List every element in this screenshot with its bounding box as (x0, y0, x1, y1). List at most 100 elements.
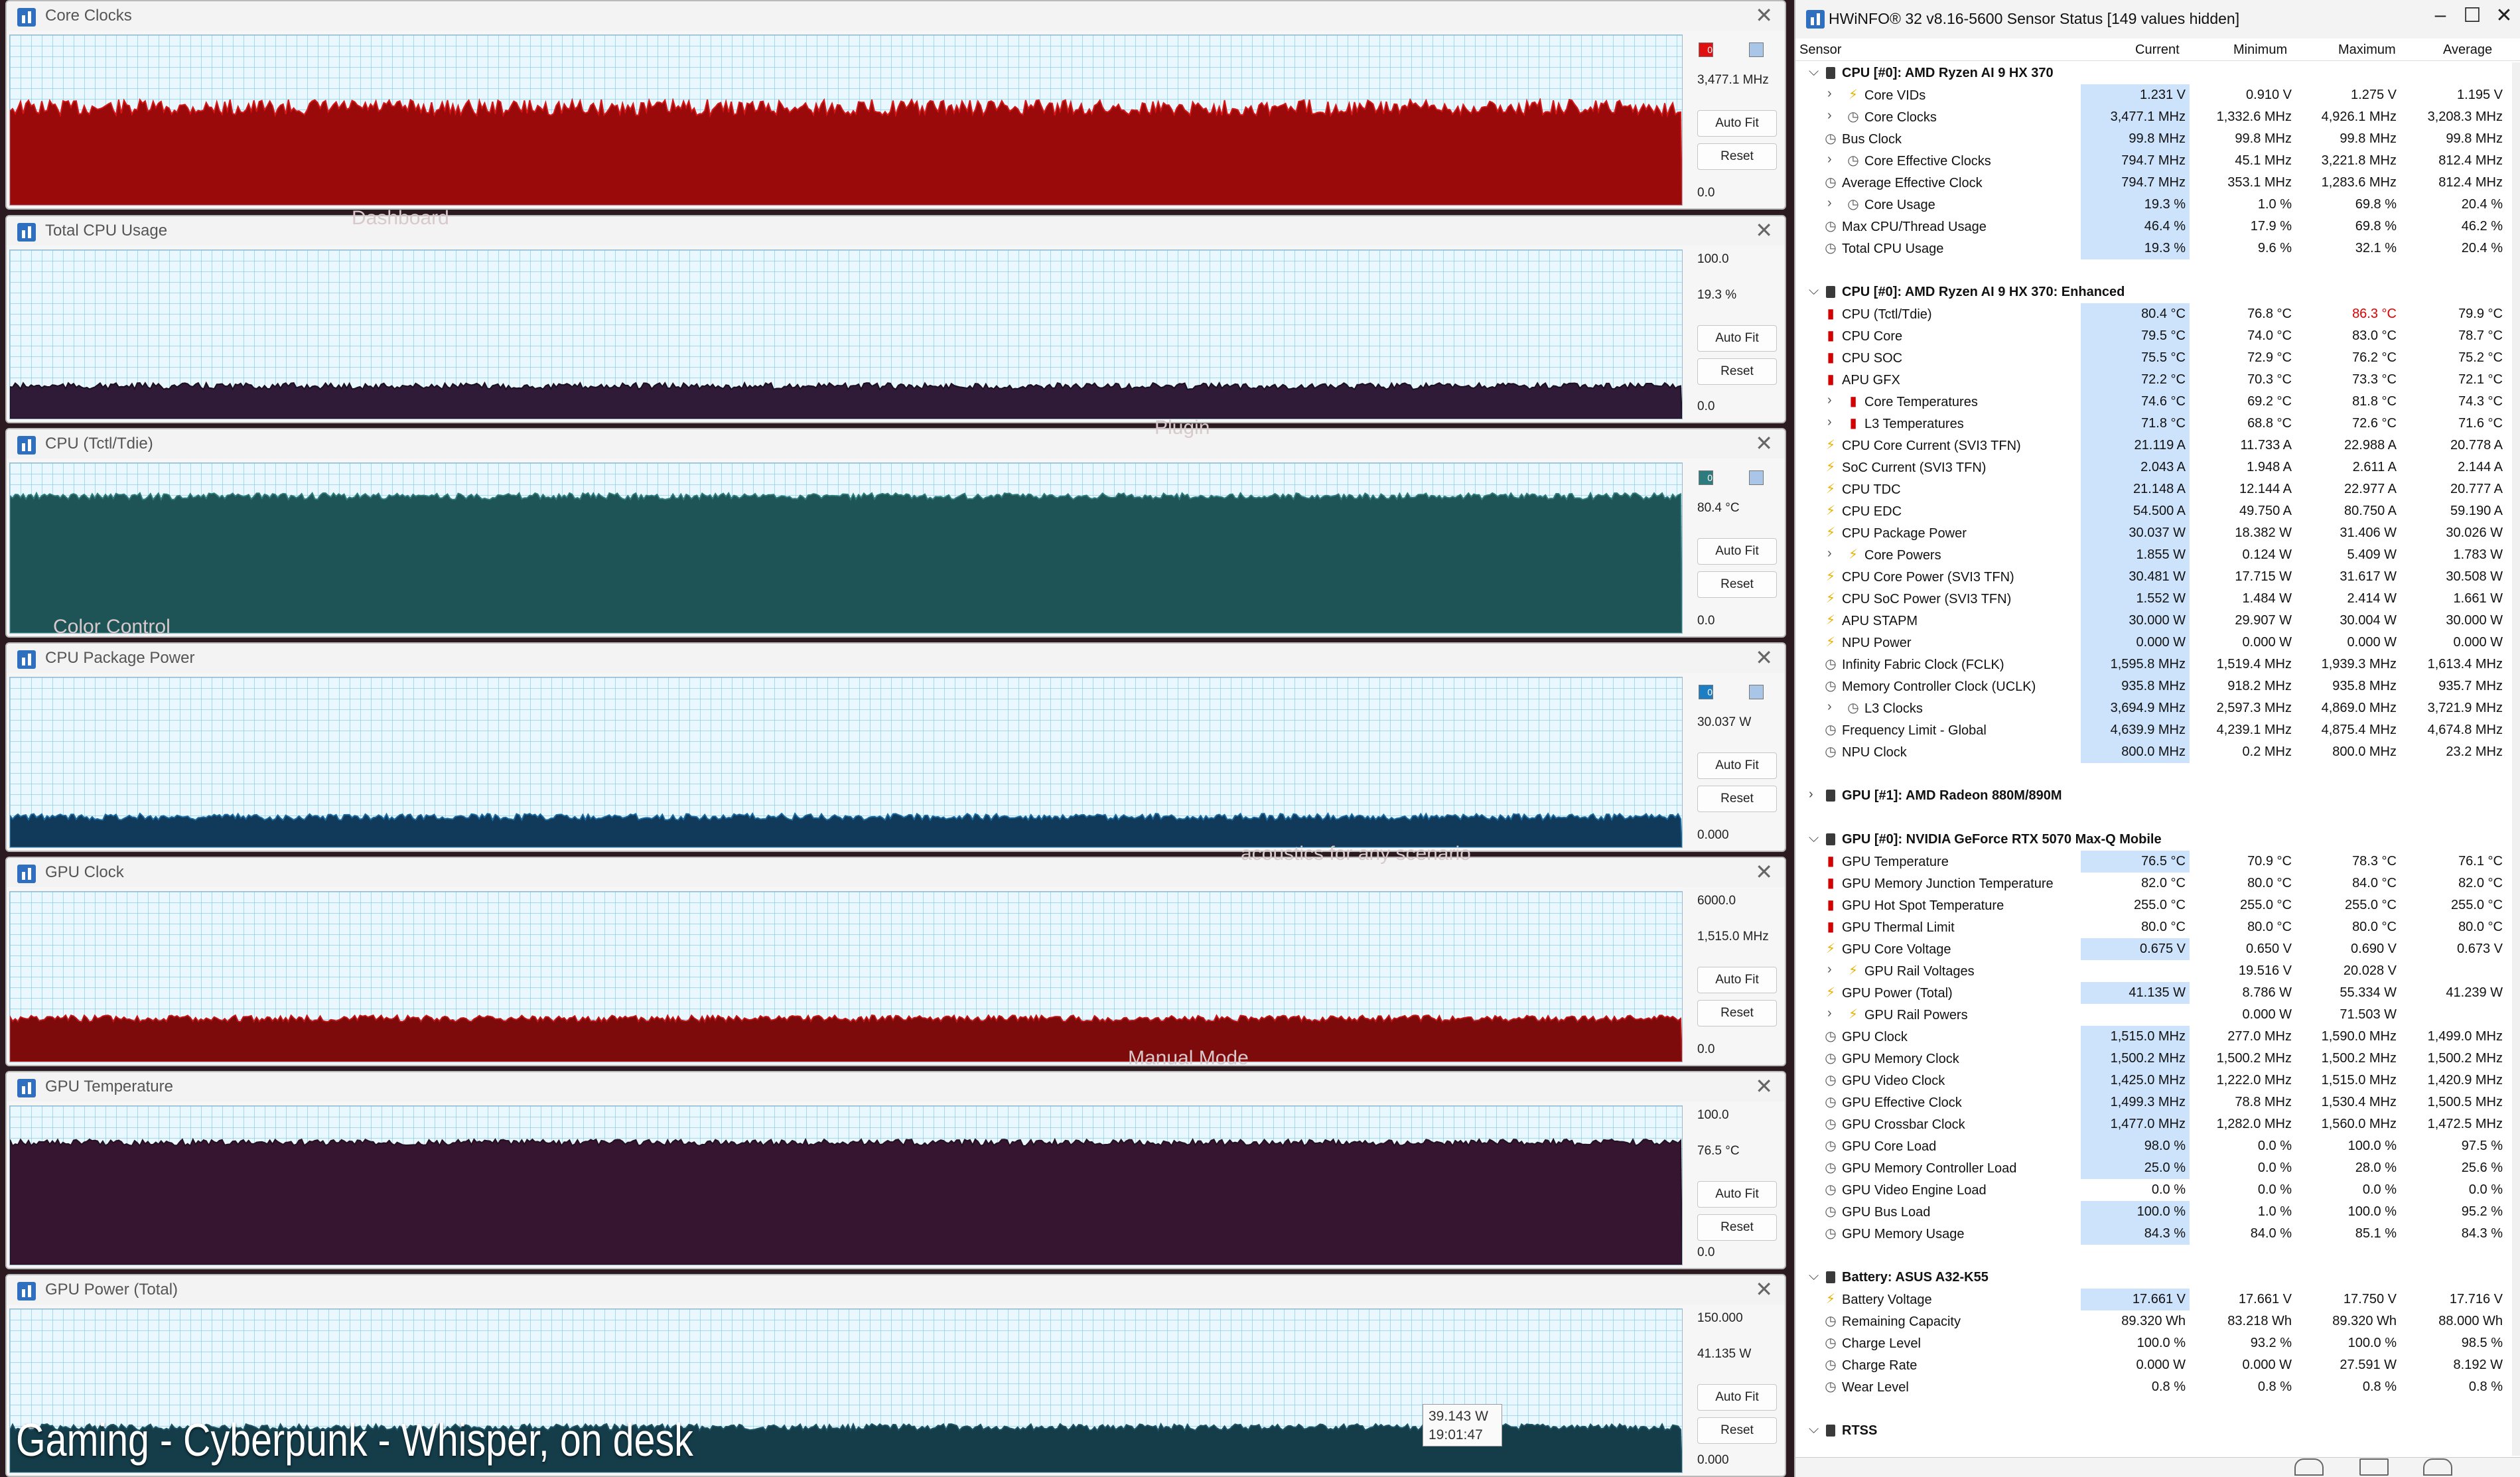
sensor-group-header[interactable]: ⌵ GPU [#0]: NVIDIA GeForce RTX 5070 Max-… (1795, 829, 2520, 851)
sensor-row[interactable]: › ◷ L3 Clocks 3,694.9 MHz 2,597.3 MHz 4,… (1795, 697, 2520, 719)
chevron-right-icon[interactable]: › (1827, 699, 1832, 715)
sensor-group-header[interactable]: ⌵ RTSS (1795, 1420, 2520, 1442)
column-average[interactable]: Average (2443, 42, 2492, 58)
sensor-row[interactable]: ◷ GPU Crossbar Clock 1,477.0 MHz 1,282.0… (1795, 1113, 2520, 1135)
auto-fit-button[interactable]: Auto Fit (1697, 110, 1777, 137)
chevron-down-icon[interactable]: ⌵ (1809, 1269, 1819, 1284)
settings-icon[interactable] (2423, 1458, 2452, 1476)
reset-button[interactable]: Reset (1697, 571, 1777, 598)
sensor-row[interactable]: ⚡ GPU Core Voltage 0.675 V 0.650 V 0.690… (1795, 938, 2520, 960)
chevron-down-icon[interactable]: ⌵ (1809, 64, 1819, 80)
chevron-right-icon[interactable]: › (1827, 415, 1832, 430)
sensor-row[interactable]: ◷ Max CPU/Thread Usage 46.4 % 17.9 % 69.… (1795, 216, 2520, 238)
sensor-row[interactable]: › ◷ Core Usage 19.3 % 1.0 % 69.8 % 20.4 … (1795, 194, 2520, 216)
reset-button[interactable]: Reset (1697, 786, 1777, 812)
sensor-row[interactable]: ⚡ CPU Package Power 30.037 W 18.382 W 31… (1795, 522, 2520, 544)
sensor-group-header[interactable]: ⌵ CPU [#0]: AMD Ryzen AI 9 HX 370 (1795, 62, 2520, 84)
sensor-row[interactable]: ◷ Wear Level 0.8 % 0.8 % 0.8 % 0.8 % (1795, 1376, 2520, 1398)
graph-titlebar[interactable]: CPU Package Power ✕ (7, 644, 1785, 673)
column-current[interactable]: Current (2135, 42, 2180, 58)
sensor-row[interactable]: › ◷ Core Clocks 3,477.1 MHz 1,332.6 MHz … (1795, 106, 2520, 128)
sensor-row[interactable]: ◷ NPU Clock 800.0 MHz 0.2 MHz 800.0 MHz … (1795, 741, 2520, 763)
column-maximum[interactable]: Maximum (2338, 42, 2396, 58)
color-swatch[interactable]: 0 (1699, 42, 1713, 57)
sensor-row[interactable]: ◷ Remaining Capacity 89.320 Wh 83.218 Wh… (1795, 1310, 2520, 1332)
graph-titlebar[interactable]: CPU (Tctl/Tdie) ✕ (7, 429, 1785, 458)
graph-titlebar[interactable]: Total CPU Usage ✕ (7, 216, 1785, 246)
sensor-row[interactable]: ◷ Frequency Limit - Global 4,639.9 MHz 4… (1795, 719, 2520, 741)
sensor-row[interactable]: ▮ CPU (Tctl/Tdie) 80.4 °C 76.8 °C 86.3 °… (1795, 303, 2520, 325)
sensor-row[interactable]: ⚡ CPU SoC Power (SVI3 TFN) 1.552 W 1.484… (1795, 588, 2520, 610)
chevron-right-icon[interactable]: › (1827, 1006, 1832, 1021)
chevron-right-icon[interactable]: › (1827, 196, 1832, 211)
sensor-row[interactable]: ⚡ CPU TDC 21.148 A 12.144 A 22.977 A 20.… (1795, 478, 2520, 500)
sensor-group-header[interactable]: ⌵ Battery: ASUS A32-K55 (1795, 1267, 2520, 1289)
sensor-row[interactable]: ▮ APU GFX 72.2 °C 70.3 °C 73.3 °C 72.1 °… (1795, 369, 2520, 391)
sensor-row[interactable]: ▮ GPU Temperature 76.5 °C 70.9 °C 78.3 °… (1795, 851, 2520, 873)
sensor-scrollbar[interactable] (2512, 62, 2520, 1456)
clock-icon[interactable] (2294, 1458, 2324, 1476)
graph-titlebar[interactable]: GPU Clock ✕ (7, 858, 1785, 887)
close-icon[interactable]: ✕ (2491, 4, 2517, 27)
sensor-row[interactable]: ▮ CPU SOC 75.5 °C 72.9 °C 76.2 °C 75.2 °… (1795, 347, 2520, 369)
sensor-row[interactable]: ◷ GPU Video Clock 1,425.0 MHz 1,222.0 MH… (1795, 1070, 2520, 1091)
column-minimum[interactable]: Minimum (2233, 42, 2287, 58)
sensor-row[interactable]: › ⚡ GPU Rail Voltages 19.516 V 20.028 V (1795, 960, 2520, 982)
reset-button[interactable]: Reset (1697, 1214, 1777, 1241)
auto-fit-button[interactable]: Auto Fit (1697, 325, 1777, 352)
close-icon[interactable]: ✕ (1755, 218, 1773, 243)
sensor-row[interactable]: ⚡ APU STAPM 30.000 W 29.907 W 30.004 W 3… (1795, 610, 2520, 632)
color-swatch-alt[interactable] (1749, 470, 1764, 485)
minimize-icon[interactable]: – (2427, 4, 2454, 27)
reset-button[interactable]: Reset (1697, 1000, 1777, 1026)
sensor-row[interactable]: › ◷ Core Effective Clocks 794.7 MHz 45.1… (1795, 150, 2520, 172)
sensor-row[interactable]: ⚡ Battery Voltage 17.661 V 17.661 V 17.7… (1795, 1289, 2520, 1310)
close-icon[interactable]: ✕ (1755, 1074, 1773, 1099)
sensor-row[interactable]: ⚡ CPU EDC 54.500 A 49.750 A 80.750 A 59.… (1795, 500, 2520, 522)
sensor-row[interactable]: ⚡ NPU Power 0.000 W 0.000 W 0.000 W 0.00… (1795, 632, 2520, 654)
sensor-row[interactable]: › ⚡ Core VIDs 1.231 V 0.910 V 1.275 V 1.… (1795, 84, 2520, 106)
sensor-row[interactable]: ◷ GPU Bus Load 100.0 % 1.0 % 100.0 % 95.… (1795, 1201, 2520, 1223)
graph-titlebar[interactable]: GPU Temperature ✕ (7, 1072, 1785, 1101)
sensor-row[interactable]: ▮ GPU Thermal Limit 80.0 °C 80.0 °C 80.0… (1795, 916, 2520, 938)
sensor-row[interactable]: › ⚡ GPU Rail Powers 0.000 W 71.503 W (1795, 1004, 2520, 1026)
sensor-row[interactable]: ◷ GPU Effective Clock 1,499.3 MHz 78.8 M… (1795, 1091, 2520, 1113)
sensor-row[interactable]: › ▮ L3 Temperatures 71.8 °C 68.8 °C 72.6… (1795, 413, 2520, 435)
color-swatch-alt[interactable] (1749, 685, 1764, 699)
sensor-row[interactable]: ▮ CPU Core 79.5 °C 74.0 °C 83.0 °C 78.7 … (1795, 325, 2520, 347)
sensor-group-header[interactable]: ⌵ CPU [#0]: AMD Ryzen AI 9 HX 370: Enhan… (1795, 281, 2520, 303)
sensor-row[interactable]: ⚡ SoC Current (SVI3 TFN) 2.043 A 1.948 A… (1795, 457, 2520, 478)
sensor-group-header[interactable]: › GPU [#1]: AMD Radeon 880M/890M (1795, 785, 2520, 807)
graph-titlebar[interactable]: GPU Power (Total) ✕ (7, 1275, 1785, 1304)
chevron-right-icon[interactable]: › (1827, 86, 1832, 102)
auto-fit-button[interactable]: Auto Fit (1697, 752, 1777, 779)
sensor-row[interactable]: ◷ Infinity Fabric Clock (FCLK) 1,595.8 M… (1795, 654, 2520, 675)
auto-fit-button[interactable]: Auto Fit (1697, 967, 1777, 993)
sensor-row[interactable]: › ⚡ Core Powers 1.855 W 0.124 W 5.409 W … (1795, 544, 2520, 566)
color-swatch-alt[interactable] (1749, 42, 1764, 57)
sensor-row[interactable]: ▮ GPU Hot Spot Temperature 255.0 °C 255.… (1795, 894, 2520, 916)
chevron-down-icon[interactable]: ⌵ (1809, 283, 1819, 299)
sensor-row[interactable]: ◷ Average Effective Clock 794.7 MHz 353.… (1795, 172, 2520, 194)
sensor-row[interactable]: ◷ GPU Clock 1,515.0 MHz 277.0 MHz 1,590.… (1795, 1026, 2520, 1048)
sensor-window-titlebar[interactable]: HWiNFO® 32 v8.16-5600 Sensor Status [149… (1795, 0, 2520, 38)
sensor-row[interactable]: ⚡ GPU Power (Total) 41.135 W 8.786 W 55.… (1795, 982, 2520, 1004)
report-icon[interactable] (2359, 1458, 2389, 1476)
auto-fit-button[interactable]: Auto Fit (1697, 1384, 1777, 1411)
sensor-row[interactable]: ◷ GPU Video Engine Load 0.0 % 0.0 % 0.0 … (1795, 1179, 2520, 1201)
reset-button[interactable]: Reset (1697, 1417, 1777, 1444)
sensor-row[interactable]: ▮ GPU Memory Junction Temperature 82.0 °… (1795, 873, 2520, 894)
chevron-right-icon[interactable]: › (1827, 962, 1832, 977)
sensor-row[interactable]: ◷ Memory Controller Clock (UCLK) 935.8 M… (1795, 675, 2520, 697)
maximize-icon[interactable]: ☐ (2459, 4, 2485, 27)
chevron-down-icon[interactable]: ⌵ (1809, 831, 1819, 846)
sensor-row[interactable]: ◷ GPU Memory Usage 84.3 % 84.0 % 85.1 % … (1795, 1223, 2520, 1245)
sensor-row[interactable]: ◷ GPU Core Load 98.0 % 0.0 % 100.0 % 97.… (1795, 1135, 2520, 1157)
sensor-row[interactable]: ◷ GPU Memory Clock 1,500.2 MHz 1,500.2 M… (1795, 1048, 2520, 1070)
close-icon[interactable]: ✕ (1755, 1277, 1773, 1302)
close-icon[interactable]: ✕ (1755, 859, 1773, 884)
close-icon[interactable]: ✕ (1755, 431, 1773, 456)
column-sensor[interactable]: Sensor (1799, 42, 1841, 58)
chevron-right-icon[interactable]: › (1827, 152, 1832, 167)
sensor-row[interactable]: ⚡ CPU Core Power (SVI3 TFN) 30.481 W 17.… (1795, 566, 2520, 588)
